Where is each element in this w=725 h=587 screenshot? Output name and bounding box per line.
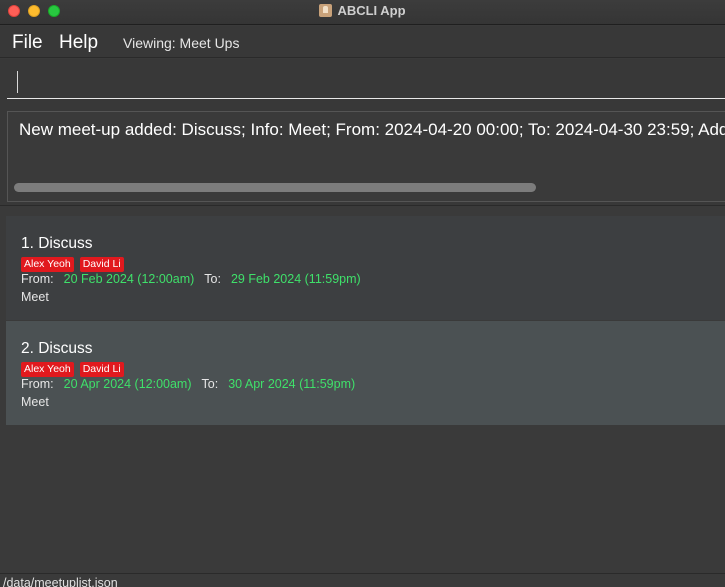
text-caret xyxy=(17,71,18,93)
title-bar: ABCLI App xyxy=(0,0,725,25)
meetup-tags: Alex Yeoh David Li xyxy=(21,359,130,377)
command-input[interactable] xyxy=(7,65,725,99)
to-label: To: xyxy=(201,377,219,391)
save-location: /data/meetuplist.json xyxy=(3,576,118,587)
status-bar: /data/meetuplist.json xyxy=(0,573,725,587)
viewing-label: Viewing: Meet Ups xyxy=(123,35,240,51)
result-display-area: New meet-up added: Discuss; Info: Meet; … xyxy=(0,105,725,206)
result-display: New meet-up added: Discuss; Info: Meet; … xyxy=(7,111,725,202)
meetup-title: 1. Discuss xyxy=(21,235,93,252)
meetup-tags: Alex Yeoh David Li xyxy=(21,254,130,272)
meetup-time-row: From: 20 Feb 2024 (12:00am) To: 29 Feb 2024… xyxy=(21,272,361,286)
to-datetime: 30 Apr 2024 (11:59pm) xyxy=(228,377,356,391)
to-datetime: 29 Feb 2024 (11:59pm) xyxy=(230,272,361,286)
meetup-card-selected[interactable]: 2. Discuss Alex Yeoh David Li From: 20 Apr… xyxy=(6,321,725,425)
window-title-wrap: ABCLI App xyxy=(0,3,725,18)
meetup-title: 2. Discuss xyxy=(21,340,93,357)
from-label: From: xyxy=(21,272,54,286)
window-title: ABCLI App xyxy=(337,3,406,18)
participant-tag: David Li xyxy=(79,257,124,272)
participant-tag: Alex Yeoh xyxy=(21,257,74,272)
menu-bar: File Help Viewing: Meet Ups xyxy=(0,26,725,58)
participant-tag: David Li xyxy=(79,362,124,377)
from-datetime: 20 Apr 2024 (12:00am) xyxy=(63,377,192,391)
meetup-info: Meet xyxy=(21,290,49,304)
command-box-area xyxy=(0,59,725,105)
meetup-info: Meet xyxy=(21,395,49,409)
help-menu[interactable]: Help xyxy=(59,32,98,54)
participant-tag: Alex Yeoh xyxy=(21,362,74,377)
result-message: New meet-up added: Discuss; Info: Meet; … xyxy=(19,120,725,139)
to-label: To: xyxy=(204,272,221,286)
meetup-list: 1. Discuss Alex Yeoh David Li From: 20 Feb… xyxy=(0,207,725,573)
file-menu[interactable]: File xyxy=(12,32,43,54)
app-icon xyxy=(319,4,333,17)
from-label: From: xyxy=(21,377,54,391)
meetup-card[interactable]: 1. Discuss Alex Yeoh David Li From: 20 Feb… xyxy=(6,216,725,320)
horizontal-scrollbar[interactable] xyxy=(14,183,536,192)
meetup-time-row: From: 20 Apr 2024 (12:00am) To: 30 Apr 2024… xyxy=(21,377,355,391)
from-datetime: 20 Feb 2024 (12:00am) xyxy=(63,272,195,286)
